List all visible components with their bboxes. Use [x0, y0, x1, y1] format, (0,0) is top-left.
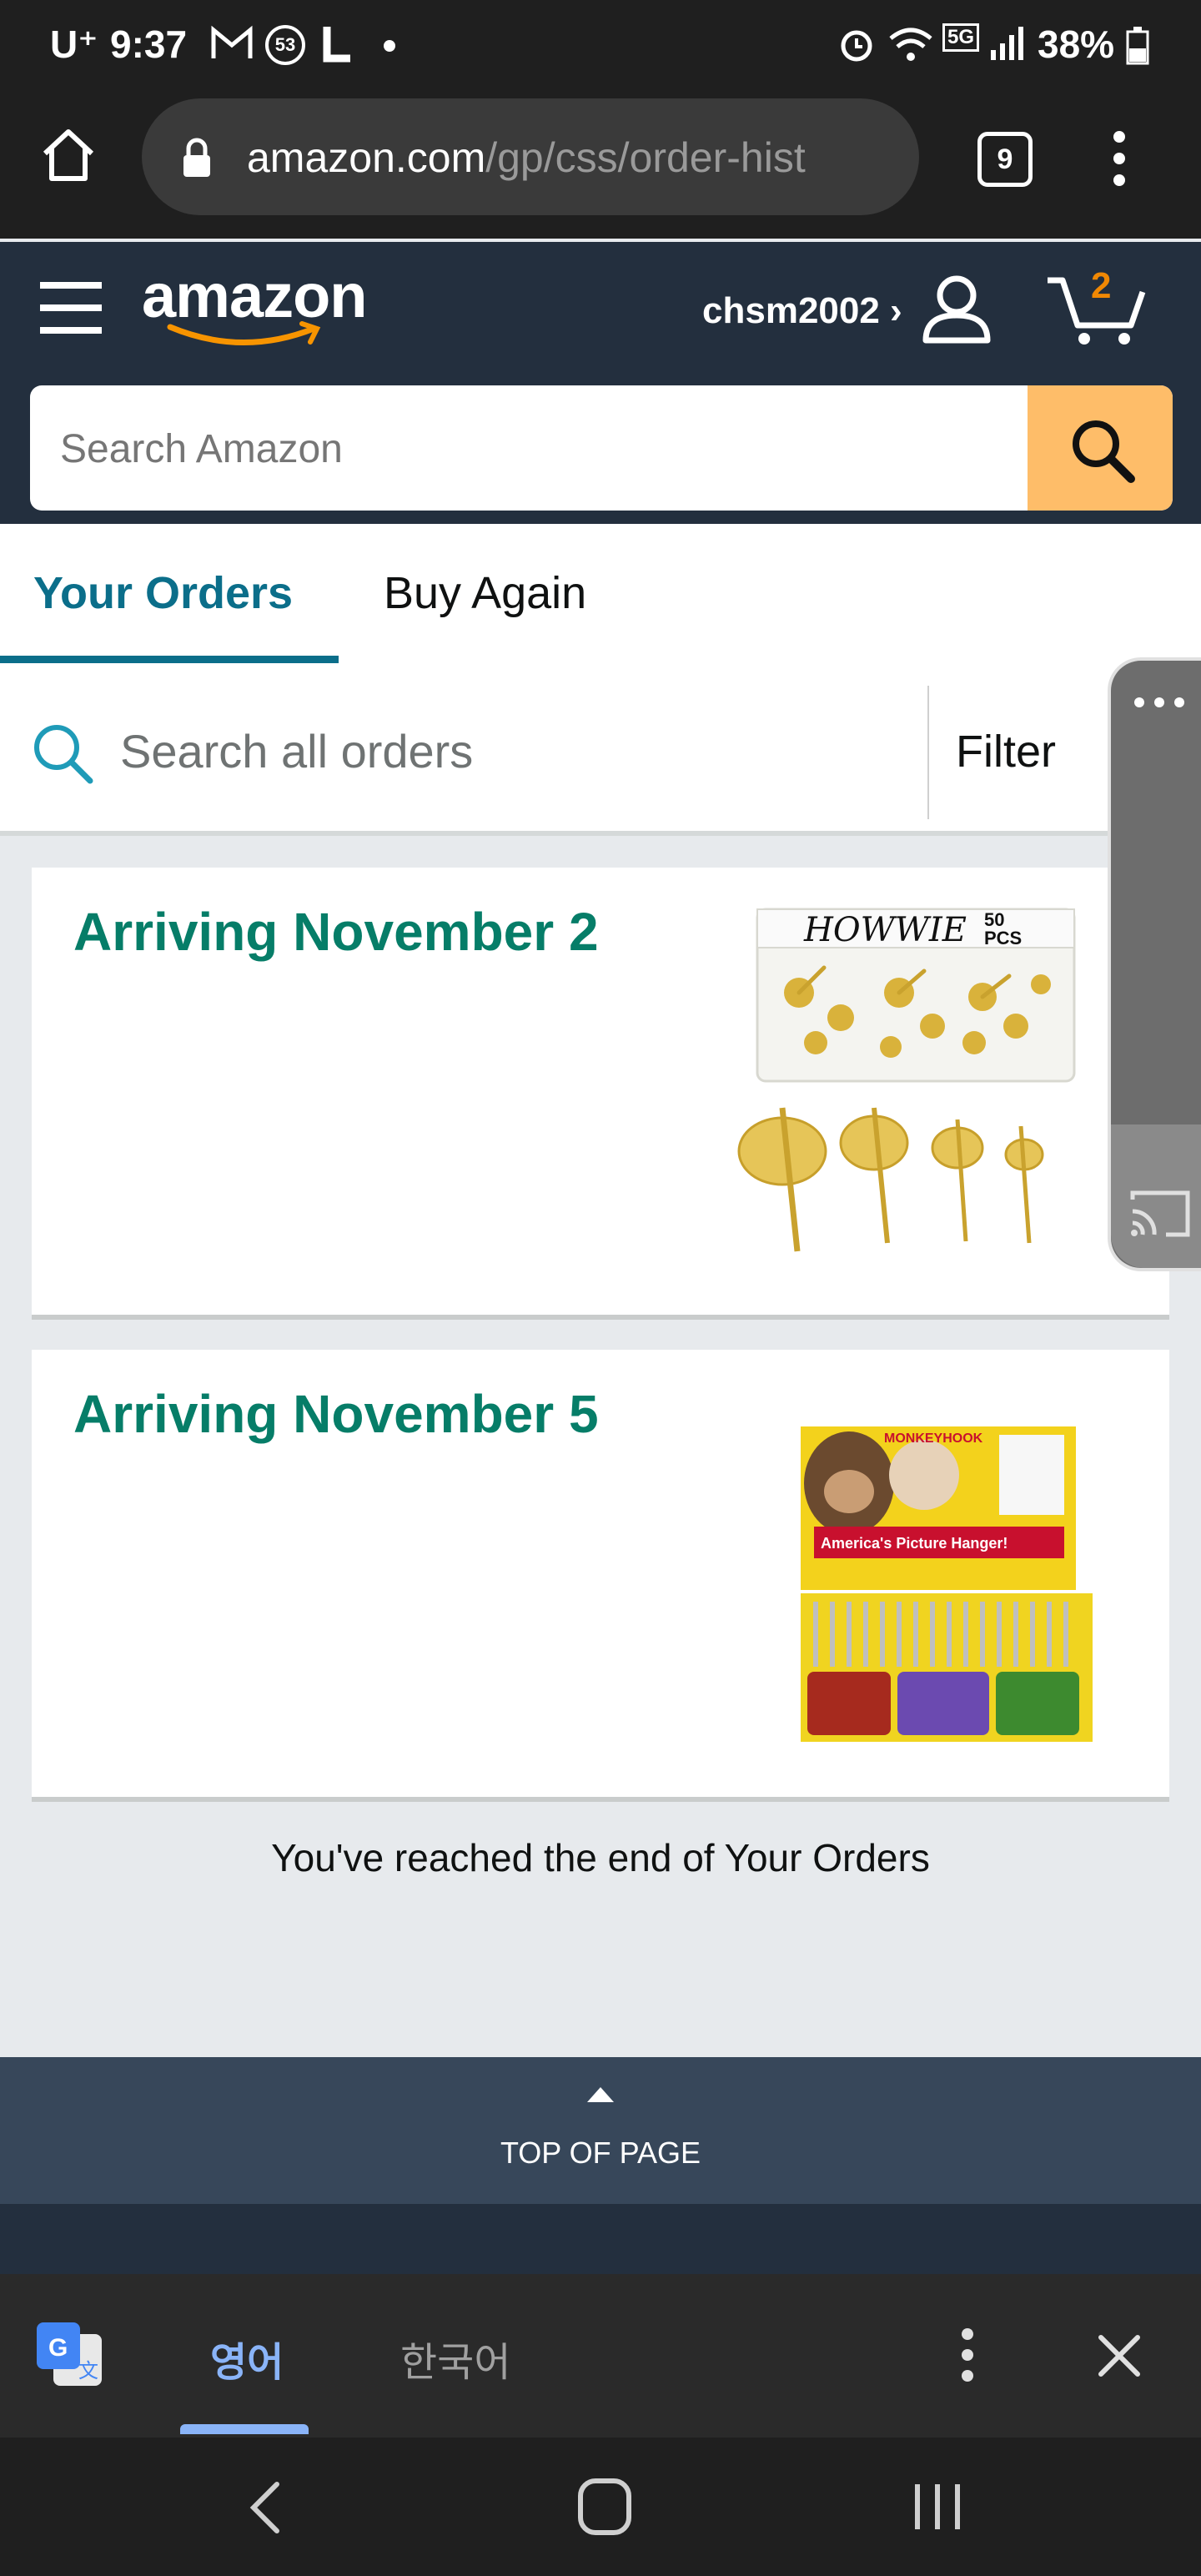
hamburger-menu-icon[interactable] — [40, 279, 102, 341]
translate-menu-icon[interactable] — [959, 2326, 976, 2384]
account-icon[interactable] — [921, 272, 992, 348]
svg-text:G: G — [48, 2334, 68, 2362]
lock-icon — [180, 137, 214, 183]
back-to-top-label: TOP OF PAGE — [500, 2136, 701, 2170]
divider — [927, 686, 929, 819]
floating-side-panel[interactable] — [1108, 657, 1201, 1271]
filter-button[interactable]: Filter — [956, 726, 1056, 777]
battery-icon — [1126, 27, 1149, 69]
logo-smile-icon — [167, 321, 321, 345]
amazon-logo[interactable]: amazon — [142, 260, 384, 352]
orders-search-icon — [30, 721, 95, 790]
cart-count: 2 — [1091, 265, 1112, 306]
active-language-indicator — [180, 2424, 309, 2434]
orders-tabs: Your Orders Buy Again — [0, 524, 1201, 669]
product-count-text: 50 PCS — [984, 909, 1023, 948]
clock: 9:37 — [110, 23, 188, 66]
amazon-header: amazon chsm2002 › 2 — [0, 242, 1201, 524]
network-type: 5G — [942, 23, 980, 52]
carrier-label: U⁺ — [50, 23, 98, 66]
recent-apps-icon[interactable] — [912, 2481, 962, 2533]
source-language-tab[interactable]: 영어 — [210, 2329, 284, 2387]
order-arrival-title[interactable]: Arriving November 5 — [73, 1383, 599, 1445]
translate-bar: G文 영어 한국어 — [0, 2274, 1201, 2438]
caret-up-icon — [587, 2087, 614, 2102]
order-arrival-title[interactable]: Arriving November 2 — [73, 901, 599, 963]
end-of-orders-message: You've reached the end of Your Orders — [271, 1836, 930, 1879]
product-image-monkeyhook[interactable]: MONKEYHOOK America's Picture Hanger! — [724, 1383, 1116, 1750]
order-card[interactable]: Arriving November 2 HOWWIE 50 PCS — [32, 868, 1169, 1320]
order-card[interactable]: Arriving November 5 MONKEYHOOK America's — [32, 1350, 1169, 1802]
home-nav-icon[interactable] — [577, 2478, 632, 2536]
more-notifications-dot — [384, 40, 395, 52]
footer — [0, 2204, 1201, 2274]
status-bar: U⁺ 9:37 53 5G 38% — [0, 0, 1201, 92]
target-language-tab[interactable]: 한국어 — [400, 2329, 510, 2387]
search-button[interactable] — [1028, 385, 1173, 511]
search-bar — [30, 385, 1173, 511]
product-brand-text: HOWWIE — [804, 911, 967, 949]
back-icon[interactable] — [249, 2481, 282, 2534]
active-tab-indicator — [0, 656, 339, 663]
more-options-icon[interactable] — [1133, 696, 1186, 709]
product-brand-text: MONKEYHOOK — [884, 1431, 983, 1446]
battery-percent: 38% — [1038, 23, 1115, 66]
tab-buy-again[interactable]: Buy Again — [384, 567, 586, 619]
app-l-icon — [322, 25, 352, 68]
system-navigation-bar — [0, 2438, 1201, 2576]
wifi-icon — [887, 25, 934, 68]
signal-icon — [989, 25, 1026, 68]
back-to-top-button[interactable]: TOP OF PAGE — [0, 2057, 1201, 2204]
home-icon[interactable] — [38, 125, 98, 189]
gmail-icon — [210, 25, 254, 66]
product-tagline-text: America's Picture Hanger! — [821, 1535, 1008, 1552]
notification-badge: 53 — [265, 25, 305, 65]
browser-toolbar: amazon.com/gp/css/order-hist 9 — [0, 92, 1201, 239]
url-domain: amazon.com — [247, 134, 486, 181]
tab-switcher-button[interactable]: 9 — [977, 132, 1033, 187]
browser-menu-icon[interactable] — [1111, 128, 1128, 193]
account-link[interactable]: chsm2002 › — [702, 290, 902, 332]
google-translate-icon[interactable]: G文 — [35, 2321, 103, 2389]
url-path: /gp/css/order-hist — [485, 134, 806, 181]
close-icon[interactable] — [1098, 2334, 1141, 2377]
orders-search-input[interactable] — [118, 721, 906, 781]
svg-text:文: 文 — [78, 2359, 98, 2382]
alarm-icon — [837, 25, 876, 68]
product-image-thumbtacks[interactable]: HOWWIE 50 PCS — [724, 901, 1116, 1268]
search-input[interactable] — [58, 419, 979, 479]
cast-icon[interactable] — [1129, 1186, 1193, 1240]
orders-search-bar: Filter — [0, 667, 1201, 836]
search-icon — [1073, 420, 1135, 483]
tab-your-orders[interactable]: Your Orders — [33, 567, 293, 619]
thumbtacks-product-icon — [737, 908, 1076, 1252]
url-text[interactable]: amazon.com/gp/css/order-hist — [247, 133, 897, 182]
